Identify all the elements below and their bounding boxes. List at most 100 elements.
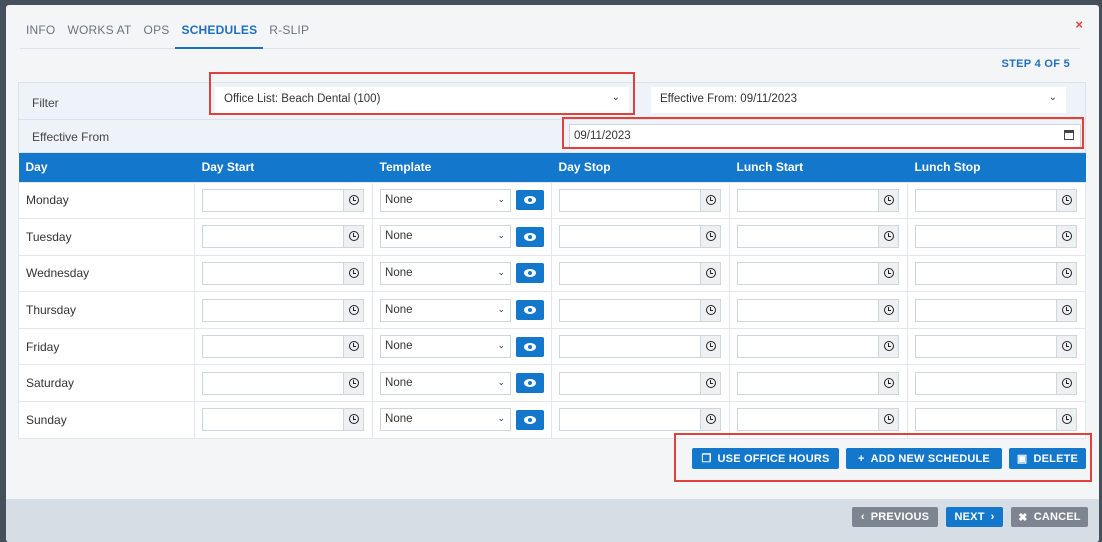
lunch-start-input[interactable]	[737, 261, 899, 285]
chevron-down-icon: ⌄	[1048, 92, 1057, 103]
day-start-input[interactable]	[202, 225, 365, 249]
day-start-input[interactable]	[202, 335, 365, 359]
lunch-start-input[interactable]	[737, 188, 899, 212]
template-select[interactable]: None ⌄	[380, 298, 512, 322]
effective-from-date-value: 09/11/2023	[574, 130, 631, 142]
clock-icon[interactable]	[878, 262, 898, 284]
lunch-stop-cell	[906, 291, 1087, 329]
table-row: Friday None ⌄	[17, 327, 1087, 366]
preview-template-button[interactable]	[516, 263, 545, 284]
clock-icon[interactable]	[878, 189, 898, 211]
col-header-day: Day	[18, 153, 195, 182]
chevron-down-icon: ⌄	[497, 340, 506, 351]
tab-schedules[interactable]: SCHEDULES	[175, 17, 264, 49]
effective-from-select[interactable]: Effective From: 09/11/2023 ⌄	[651, 87, 1066, 113]
lunch-stop-cell	[906, 181, 1087, 220]
template-select[interactable]: None ⌄	[380, 335, 512, 359]
day-stop-input[interactable]	[559, 298, 722, 322]
clock-icon[interactable]	[700, 372, 721, 394]
day-cell: Wednesday	[17, 254, 196, 293]
clock-icon[interactable]	[343, 336, 364, 358]
clock-icon[interactable]	[1055, 409, 1076, 431]
clock-icon[interactable]	[343, 189, 364, 211]
clock-icon[interactable]	[700, 262, 721, 284]
close-icon[interactable]: ×	[1075, 17, 1083, 32]
tab-info[interactable]: INFO	[20, 17, 61, 49]
day-start-input[interactable]	[202, 408, 365, 432]
clock-icon[interactable]	[1055, 372, 1076, 394]
day-start-input[interactable]	[202, 188, 365, 212]
clock-icon[interactable]	[878, 226, 898, 248]
tab-works-at[interactable]: WORKS AT	[61, 17, 137, 49]
template-select[interactable]: None ⌄	[380, 225, 512, 249]
cancel-label: CANCEL	[1033, 511, 1081, 523]
template-select[interactable]: None ⌄	[380, 188, 512, 212]
lunch-stop-input[interactable]	[914, 335, 1077, 359]
lunch-start-input[interactable]	[737, 298, 899, 322]
office-list-value: Office List: Beach Dental (100)	[224, 93, 381, 105]
use-office-hours-button[interactable]: ❐ USE OFFICE HOURS	[692, 448, 839, 469]
lunch-start-input[interactable]	[737, 225, 899, 249]
office-list-select[interactable]: Office List: Beach Dental (100) ⌄	[215, 87, 629, 113]
day-start-input[interactable]	[202, 298, 365, 322]
tab-r-slip[interactable]: R-SLIP	[263, 17, 315, 49]
effective-from-date-input[interactable]: 09/11/2023	[569, 124, 1081, 148]
clock-icon[interactable]	[878, 372, 898, 394]
previous-button[interactable]: ‹ PREVIOUS	[852, 507, 938, 527]
day-start-input[interactable]	[202, 261, 365, 285]
day-stop-input[interactable]	[559, 225, 722, 249]
day-start-input[interactable]	[202, 371, 365, 395]
lunch-stop-input[interactable]	[914, 188, 1077, 212]
calendar-icon[interactable]	[1064, 130, 1074, 140]
preview-template-button[interactable]	[516, 336, 545, 357]
preview-template-button[interactable]	[516, 190, 545, 211]
add-new-schedule-button[interactable]: + ADD NEW SCHEDULE	[846, 448, 1002, 469]
clock-icon[interactable]	[1055, 336, 1076, 358]
lunch-stop-input[interactable]	[914, 371, 1077, 395]
clock-icon[interactable]	[1055, 299, 1076, 321]
day-stop-input[interactable]	[559, 371, 722, 395]
template-select[interactable]: None ⌄	[380, 371, 512, 395]
preview-template-button[interactable]	[516, 300, 545, 321]
clock-icon[interactable]	[700, 336, 721, 358]
clock-icon[interactable]	[343, 299, 364, 321]
day-stop-input[interactable]	[559, 188, 722, 212]
cancel-button[interactable]: ✖ CANCEL	[1011, 507, 1088, 527]
clock-icon[interactable]	[343, 372, 364, 394]
close-icon: ✖	[1018, 511, 1028, 524]
clock-icon[interactable]	[1055, 226, 1076, 248]
clock-icon[interactable]	[700, 409, 721, 431]
next-button[interactable]: NEXT ›	[946, 507, 1003, 527]
clock-icon[interactable]	[343, 262, 364, 284]
lunch-start-cell	[729, 364, 908, 403]
lunch-start-input[interactable]	[737, 408, 899, 432]
clock-icon[interactable]	[1055, 262, 1076, 284]
lunch-stop-input[interactable]	[914, 408, 1077, 432]
tab-ops[interactable]: OPS	[138, 17, 176, 49]
clock-icon[interactable]	[700, 226, 721, 248]
clock-icon[interactable]	[1055, 189, 1076, 211]
lunch-stop-input[interactable]	[914, 261, 1077, 285]
delete-button[interactable]: ▣ DELETE	[1009, 448, 1086, 469]
clock-icon[interactable]	[700, 299, 721, 321]
clock-icon[interactable]	[700, 189, 721, 211]
lunch-start-input[interactable]	[737, 371, 899, 395]
clock-icon[interactable]	[343, 409, 364, 431]
clock-icon[interactable]	[878, 336, 898, 358]
day-stop-input[interactable]	[559, 335, 722, 359]
preview-template-button[interactable]	[516, 226, 545, 247]
clock-icon[interactable]	[878, 299, 898, 321]
lunch-stop-input[interactable]	[914, 298, 1077, 322]
clock-icon[interactable]	[343, 226, 364, 248]
preview-template-button[interactable]	[516, 409, 545, 430]
template-select[interactable]: None ⌄	[380, 408, 512, 432]
template-select[interactable]: None ⌄	[380, 261, 512, 285]
clock-icon[interactable]	[878, 409, 898, 431]
template-value: None	[385, 340, 413, 353]
lunch-start-input[interactable]	[737, 335, 899, 359]
lunch-stop-input[interactable]	[914, 225, 1077, 249]
preview-template-button[interactable]	[516, 373, 545, 394]
day-stop-input[interactable]	[559, 408, 722, 432]
template-value: None	[385, 303, 413, 316]
day-stop-input[interactable]	[559, 261, 722, 285]
